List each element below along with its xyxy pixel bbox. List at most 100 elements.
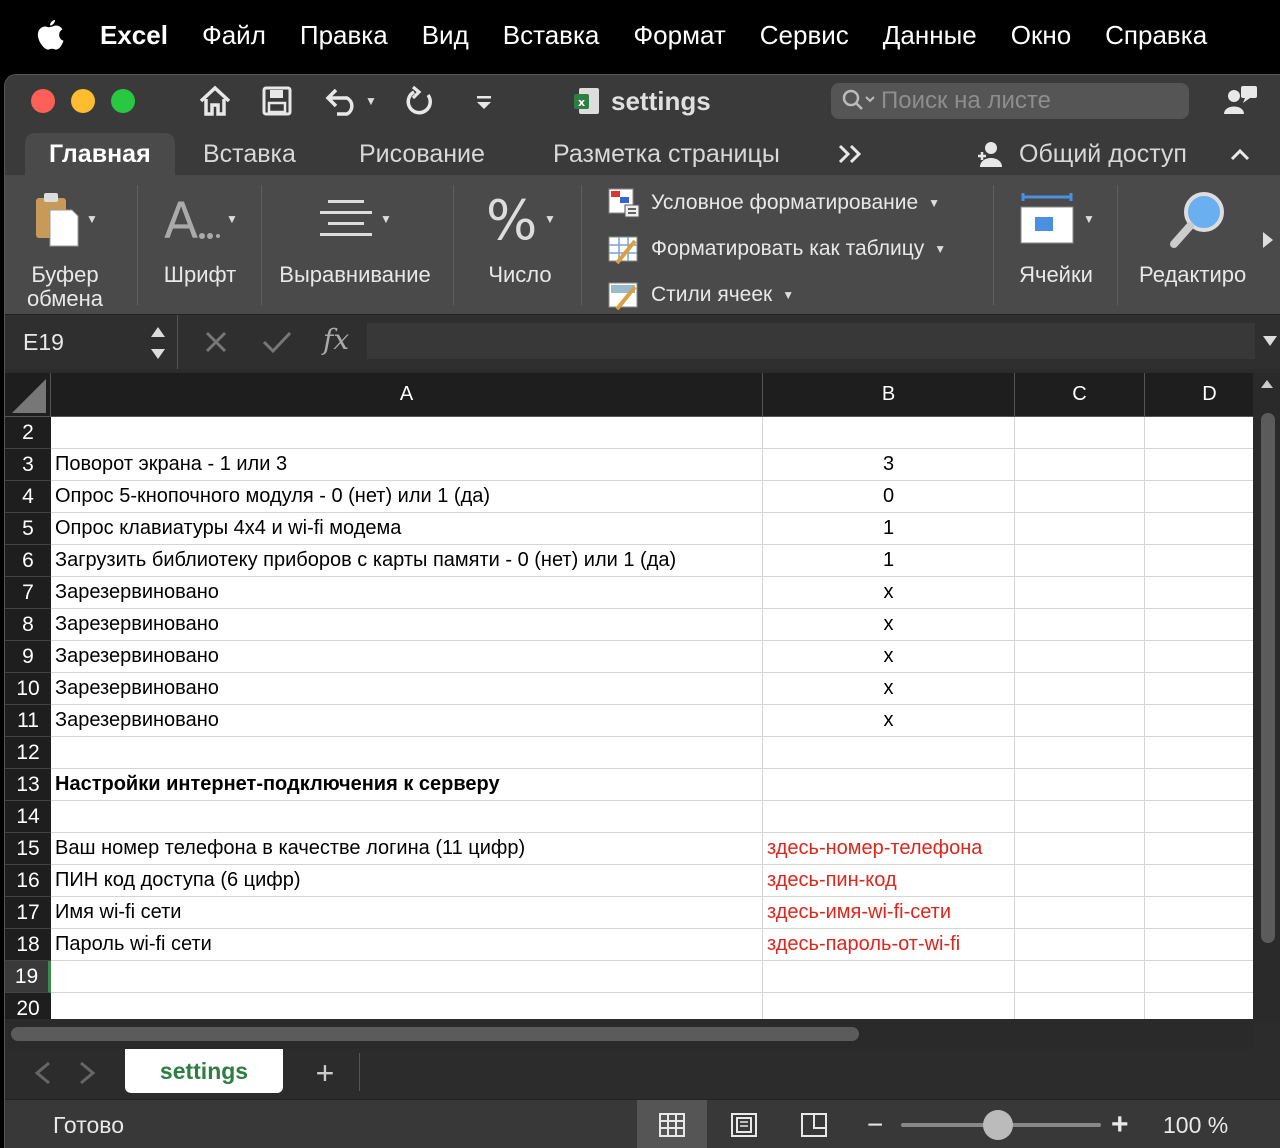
- cell-c16[interactable]: [1015, 865, 1145, 897]
- cell-d12[interactable]: [1145, 737, 1253, 769]
- page-layout-view-icon[interactable]: [709, 1100, 779, 1148]
- row-header[interactable]: 14: [5, 801, 51, 833]
- customize-toolbar-icon[interactable]: [469, 83, 499, 119]
- cell-d17[interactable]: [1145, 897, 1253, 929]
- cell-c18[interactable]: [1015, 929, 1145, 961]
- cell-a2[interactable]: [51, 417, 763, 449]
- column-header-d[interactable]: D: [1145, 373, 1253, 417]
- cell-a10[interactable]: Зарезервиновано: [51, 673, 763, 705]
- home-icon[interactable]: [195, 83, 235, 119]
- cell-b19[interactable]: [763, 961, 1015, 993]
- conditional-formatting-button[interactable]: Условное форматирование ▼: [607, 185, 940, 221]
- select-all-corner[interactable]: [5, 373, 51, 417]
- feedback-icon[interactable]: [1221, 83, 1261, 119]
- next-sheet-icon[interactable]: [77, 1061, 97, 1090]
- cell-a5[interactable]: Опрос клавиатуры 4x4 и wi-fi модема: [51, 513, 763, 545]
- more-tabs-chevron-icon[interactable]: [837, 133, 863, 175]
- column-header-c[interactable]: C: [1015, 373, 1145, 417]
- cell-d4[interactable]: [1145, 481, 1253, 513]
- font-group[interactable]: A ▼ Шрифт: [155, 185, 245, 287]
- row-header[interactable]: 16: [5, 865, 51, 897]
- search-field[interactable]: Поиск на листе: [831, 83, 1189, 119]
- row-header[interactable]: 12: [5, 737, 51, 769]
- sheet-tab-settings[interactable]: settings: [125, 1049, 283, 1093]
- name-box[interactable]: E19: [5, 315, 173, 369]
- cell-d15[interactable]: [1145, 833, 1253, 865]
- cell-b11[interactable]: x: [763, 705, 1015, 737]
- cell-a15[interactable]: Ваш номер телефона в качестве логина (11…: [51, 833, 763, 865]
- cell-a16[interactable]: ПИН код доступа (6 цифр): [51, 865, 763, 897]
- row-header[interactable]: 2: [5, 417, 51, 449]
- cell-styles-button[interactable]: Стили ячеек ▼: [607, 277, 794, 313]
- close-button[interactable]: [31, 89, 55, 113]
- cells-dropdown-icon[interactable]: ▼: [1083, 212, 1095, 226]
- save-icon[interactable]: [259, 83, 295, 119]
- cell-c5[interactable]: [1015, 513, 1145, 545]
- cell-b4[interactable]: 0: [763, 481, 1015, 513]
- cell-c19[interactable]: [1015, 961, 1145, 993]
- cell-d9[interactable]: [1145, 641, 1253, 673]
- normal-view-grid-icon[interactable]: [637, 1100, 707, 1148]
- cell-d13[interactable]: [1145, 769, 1253, 801]
- font-dropdown-icon[interactable]: ▼: [226, 212, 238, 226]
- confirm-entry-icon[interactable]: [261, 329, 293, 360]
- cell-d14[interactable]: [1145, 801, 1253, 833]
- menu-window[interactable]: Окно: [1011, 20, 1071, 51]
- row-header[interactable]: 5: [5, 513, 51, 545]
- horizontal-scrollbar[interactable]: [5, 1019, 1253, 1049]
- cell-c9[interactable]: [1015, 641, 1145, 673]
- cell-a18[interactable]: Пароль wi-fi сети: [51, 929, 763, 961]
- page-break-preview-icon[interactable]: [779, 1100, 849, 1148]
- tab-page-layout[interactable]: Разметка страницы: [553, 133, 780, 175]
- spreadsheet-grid[interactable]: A B C D 2 3 Поворот экрана - 1 или 3 3 4 Опро…: [5, 373, 1253, 1023]
- clipboard-group[interactable]: ▼ Буфер обмена: [25, 185, 105, 311]
- cell-b18[interactable]: здесь-пароль-от-wi-fi: [763, 929, 1015, 961]
- row-header[interactable]: 4: [5, 481, 51, 513]
- vertical-scroll-thumb[interactable]: [1261, 413, 1275, 943]
- cell-c14[interactable]: [1015, 801, 1145, 833]
- collapse-ribbon-chevron-up-icon[interactable]: [1229, 133, 1251, 175]
- cell-a3[interactable]: Поворот экрана - 1 или 3: [51, 449, 763, 481]
- editing-group[interactable]: Редактиро: [1139, 185, 1259, 287]
- zoom-in-button[interactable]: +: [1111, 1100, 1129, 1148]
- zoom-button[interactable]: [111, 89, 135, 113]
- cell-c7[interactable]: [1015, 577, 1145, 609]
- redo-icon[interactable]: [401, 83, 437, 119]
- cell-c6[interactable]: [1015, 545, 1145, 577]
- cell-c10[interactable]: [1015, 673, 1145, 705]
- cell-b9[interactable]: x: [763, 641, 1015, 673]
- cancel-entry-icon[interactable]: [203, 329, 229, 360]
- cell-c3[interactable]: [1015, 449, 1145, 481]
- cell-b6[interactable]: 1: [763, 545, 1015, 577]
- cell-c12[interactable]: [1015, 737, 1145, 769]
- row-header[interactable]: 6: [5, 545, 51, 577]
- cell-c11[interactable]: [1015, 705, 1145, 737]
- row-header[interactable]: 10: [5, 673, 51, 705]
- alignment-group[interactable]: ▼ Выравнивание: [275, 185, 435, 287]
- cell-d2[interactable]: [1145, 417, 1253, 449]
- cell-c17[interactable]: [1015, 897, 1145, 929]
- cell-a9[interactable]: Зарезервиновано: [51, 641, 763, 673]
- menu-file[interactable]: Файл: [202, 20, 266, 51]
- add-sheet-button[interactable]: +: [295, 1053, 355, 1093]
- cell-b3[interactable]: 3: [763, 449, 1015, 481]
- apple-icon[interactable]: [0, 0, 100, 70]
- share-button[interactable]: Общий доступ: [975, 133, 1187, 175]
- cell-d6[interactable]: [1145, 545, 1253, 577]
- cell-a4[interactable]: Опрос 5-кнопочного модуля - 0 (нет) или …: [51, 481, 763, 513]
- menu-help[interactable]: Справка: [1105, 20, 1207, 51]
- cell-b13[interactable]: [763, 769, 1015, 801]
- cell-b5[interactable]: 1: [763, 513, 1015, 545]
- cell-b8[interactable]: x: [763, 609, 1015, 641]
- expand-formula-bar-icon[interactable]: [1261, 331, 1279, 354]
- cell-b12[interactable]: [763, 737, 1015, 769]
- menu-insert[interactable]: Вставка: [503, 20, 600, 51]
- number-dropdown-icon[interactable]: ▼: [544, 212, 556, 226]
- row-header[interactable]: 13: [5, 769, 51, 801]
- cell-b7[interactable]: x: [763, 577, 1015, 609]
- cell-a14[interactable]: [51, 801, 763, 833]
- menu-format[interactable]: Формат: [633, 20, 725, 51]
- cell-d10[interactable]: [1145, 673, 1253, 705]
- row-header[interactable]: 18: [5, 929, 51, 961]
- undo-icon[interactable]: ▼: [321, 83, 381, 119]
